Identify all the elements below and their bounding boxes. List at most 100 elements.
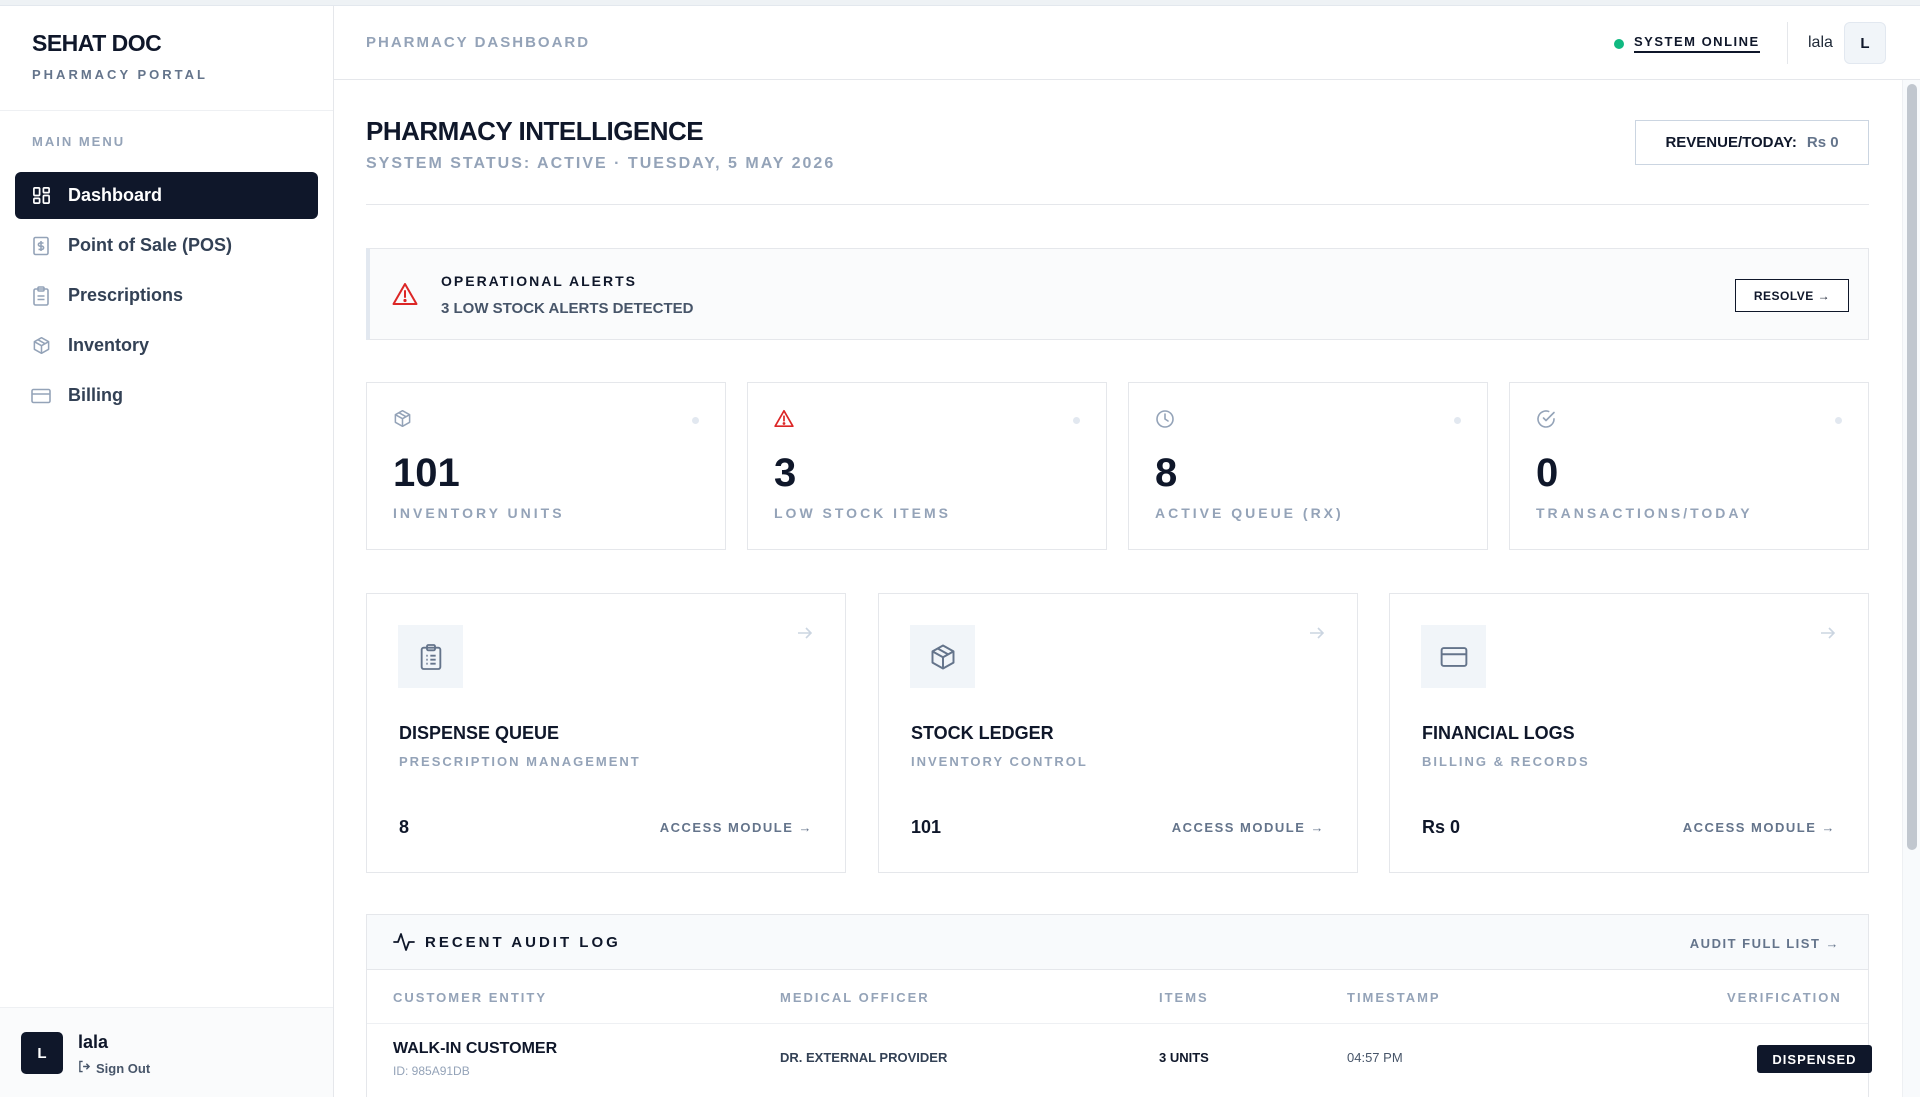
sidebar-item-label: Billing [68,385,123,405]
sidebar-item-label: Inventory [68,335,150,355]
access-module-link[interactable]: ACCESS MODULE → [660,820,813,835]
system-status[interactable]: SYSTEM ONLINE [1614,34,1760,53]
revenue-today-box: REVENUE/TODAY: Rs 0 [1635,120,1869,165]
audit-header: RECENT AUDIT LOG AUDIT FULL LIST → [367,915,1868,970]
check-circle-icon [1536,409,1556,434]
status-badge: DISPENSED [1757,1045,1872,1073]
module-subtitle: BILLING & RECORDS [1422,754,1590,769]
sidebar-item-label: Prescriptions [68,285,184,305]
audit-title: RECENT AUDIT LOG [425,934,621,951]
avatar: L [21,1032,63,1074]
warning-triangle-icon [392,282,418,311]
clock-icon [1155,409,1175,434]
header-user-name: lala [1808,34,1833,51]
sidebar-item-label: Dashboard [68,185,163,205]
main-content: PHARMACY INTELLIGENCE SYSTEM STATUS: ACT… [334,80,1902,1097]
module-value: Rs 0 [1422,817,1461,837]
module-card-financial-logs[interactable]: FINANCIAL LOGS BILLING & RECORDS Rs 0 AC… [1389,593,1869,873]
page-title: PHARMACY INTELLIGENCE [366,116,704,146]
arrow-right-icon [797,626,813,645]
sidebar-item-billing[interactable]: Billing [15,372,318,419]
sign-out-label: Sign Out [96,1060,151,1076]
indicator-dot [692,417,699,424]
warning-triangle-icon [774,409,794,433]
status-text: SYSTEM ONLINE [1634,34,1760,53]
indicator-dot [1454,417,1461,424]
module-title: STOCK LEDGER [911,723,1054,743]
stat-label: LOW STOCK ITEMS [774,505,951,521]
audit-full-list-link[interactable]: AUDIT FULL LIST → [1690,936,1840,951]
title-divider [366,204,1869,205]
credit-card-icon [31,386,51,406]
module-card-dispense-queue[interactable]: DISPENSE QUEUE PRESCRIPTION MANAGEMENT 8… [366,593,846,873]
operational-alerts-panel: OPERATIONAL ALERTS 3 LOW STOCK ALERTS DE… [366,248,1869,340]
module-value: 101 [911,817,942,837]
menu-heading: MAIN MENU [32,134,126,149]
page-subtitle: SYSTEM STATUS: ACTIVE · TUESDAY, 5 MAY 2… [366,155,836,172]
header-avatar[interactable]: L [1844,22,1886,64]
column-header: ITEMS [1159,990,1209,1005]
package-icon [910,625,975,688]
stat-card-inventory-units: 101 INVENTORY UNITS [366,382,726,550]
stat-value: 101 [393,451,460,495]
brand-subtitle: PHARMACY PORTAL [32,67,208,82]
package-icon [31,336,51,356]
sidebar-item-inventory[interactable]: Inventory [15,322,318,369]
status-dot-icon [1614,38,1624,49]
revenue-label: REVENUE/TODAY: [1665,134,1797,151]
module-value: 8 [399,817,410,837]
indicator-dot [1835,417,1842,424]
dashboard-grid-icon [31,186,51,206]
indicator-dot [1073,417,1080,424]
brand-title: SEHAT DOC [32,30,162,56]
column-header: TIMESTAMP [1347,990,1441,1005]
arrow-right-icon [1309,626,1325,645]
access-module-link[interactable]: ACCESS MODULE → [1172,820,1325,835]
sign-out-button[interactable]: Sign Out [78,1060,150,1076]
module-card-stock-ledger[interactable]: STOCK LEDGER INVENTORY CONTROL 101 ACCES… [878,593,1358,873]
module-title: FINANCIAL LOGS [1422,723,1575,743]
main-scrollbar[interactable] [1902,80,1920,1097]
user-name: lala [78,1032,109,1052]
stat-value: 0 [1536,451,1559,495]
revenue-value: Rs 0 [1806,134,1839,151]
activity-icon [393,932,415,957]
brand: SEHAT DOC PHARMACY PORTAL [32,30,208,82]
module-cards: DISPENSE QUEUE PRESCRIPTION MANAGEMENT 8… [366,593,1869,873]
sidebar-nav: Dashboard Point of Sale (POS) Prescripti… [15,172,318,422]
alert-message: 3 LOW STOCK ALERTS DETECTED [441,300,694,317]
column-header: VERIFICATION [1727,990,1842,1005]
sidebar-item-pos[interactable]: Point of Sale (POS) [15,222,318,269]
module-title: DISPENSE QUEUE [399,723,560,743]
column-header: MEDICAL OFFICER [780,990,930,1005]
module-subtitle: INVENTORY CONTROL [911,754,1088,769]
stat-label: ACTIVE QUEUE (RX) [1155,505,1344,521]
customer-id: ID: 985A91DB [393,1064,470,1078]
row-divider [367,1023,1868,1024]
customer-name[interactable]: WALK-IN CUSTOMER [393,1040,557,1058]
clipboard-icon [31,285,51,306]
receipt-icon [31,236,51,256]
stat-label: INVENTORY UNITS [393,505,565,521]
sidebar-item-prescriptions[interactable]: Prescriptions [15,272,318,319]
sidebar: SEHAT DOC PHARMACY PORTAL MAIN MENU Dash… [0,6,334,1097]
scrollbar-thumb[interactable] [1907,84,1917,850]
module-subtitle: PRESCRIPTION MANAGEMENT [399,754,641,769]
stat-value: 3 [774,451,797,495]
stat-card-active-queue: 8 ACTIVE QUEUE (RX) [1128,382,1488,550]
alert-title: OPERATIONAL ALERTS [441,273,637,289]
sidebar-item-dashboard[interactable]: Dashboard [15,172,318,219]
resolve-button[interactable]: RESOLVE → [1735,279,1849,312]
top-header: PHARMACY DASHBOARD SYSTEM ONLINE lala L [334,6,1920,80]
stat-card-transactions: 0 TRANSACTIONS/TODAY [1509,382,1869,550]
medical-officer: DR. EXTERNAL PROVIDER [780,1050,948,1065]
header-title: PHARMACY DASHBOARD [366,34,591,51]
stat-card-low-stock: 3 LOW STOCK ITEMS [747,382,1107,550]
sidebar-divider [0,110,333,111]
clipboard-icon [398,625,463,688]
stats-row: 101 INVENTORY UNITS 3 LOW STOCK ITEMS 8 … [366,382,1869,550]
stat-value: 8 [1155,451,1178,495]
column-header: CUSTOMER ENTITY [393,990,547,1005]
items-count: 3 UNITS [1159,1050,1209,1065]
access-module-link[interactable]: ACCESS MODULE → [1683,820,1836,835]
